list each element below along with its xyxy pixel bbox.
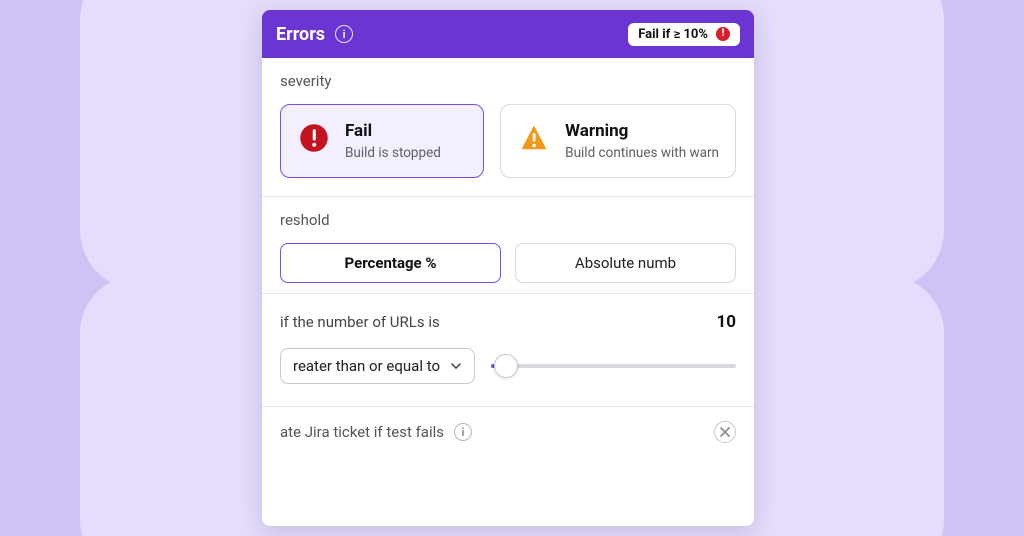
- info-icon[interactable]: i: [335, 25, 353, 43]
- condition-section: if the number of URLs is 10 reater than …: [262, 294, 754, 406]
- severity-option-subtitle: Build is stopped: [345, 145, 441, 161]
- chevron-down-icon: [450, 360, 462, 372]
- error-icon: [297, 121, 331, 155]
- severity-option-warning[interactable]: Warning Build continues with warn: [500, 104, 736, 178]
- operator-select[interactable]: reater than or equal to: [280, 348, 475, 384]
- threshold-label: reshold: [280, 211, 736, 229]
- severity-options: Fail Build is stopped Warning Build cont…: [262, 104, 754, 196]
- rule-summary-badge: Fail if ≥ 10% !: [628, 23, 740, 46]
- panel-header: Errors i Fail if ≥ 10% !: [262, 10, 754, 58]
- operator-value: reater than or equal to: [293, 357, 440, 375]
- slider-thumb[interactable]: [494, 354, 518, 378]
- threshold-value: 10: [714, 312, 736, 332]
- badge-text: Fail if ≥ 10%: [638, 27, 708, 42]
- warning-icon: [517, 121, 551, 155]
- fail-status-icon: !: [716, 27, 730, 41]
- tab-absolute[interactable]: Absolute numb: [515, 243, 736, 283]
- settings-panel: Errors i Fail if ≥ 10% ! severity Fail B…: [262, 10, 754, 526]
- severity-section: severity: [262, 58, 754, 90]
- condition-label: if the number of URLs is: [280, 313, 440, 331]
- tab-percentage[interactable]: Percentage %: [280, 243, 501, 283]
- remove-jira-button[interactable]: [714, 421, 736, 443]
- threshold-tabs: Percentage % Absolute numb: [262, 243, 754, 293]
- severity-option-fail[interactable]: Fail Build is stopped: [280, 104, 484, 178]
- panel-title: Errors: [276, 24, 325, 45]
- severity-option-title: Warning: [565, 121, 719, 141]
- severity-option-subtitle: Build continues with warn: [565, 145, 719, 161]
- jira-label: ate Jira ticket if test fails: [280, 423, 444, 441]
- info-icon[interactable]: i: [454, 423, 472, 441]
- severity-option-title: Fail: [345, 121, 441, 141]
- threshold-slider[interactable]: [491, 354, 736, 378]
- threshold-section: reshold: [262, 197, 754, 229]
- severity-label: severity: [280, 72, 736, 90]
- jira-row: ate Jira ticket if test fails i: [262, 407, 754, 443]
- slider-track: [491, 364, 736, 368]
